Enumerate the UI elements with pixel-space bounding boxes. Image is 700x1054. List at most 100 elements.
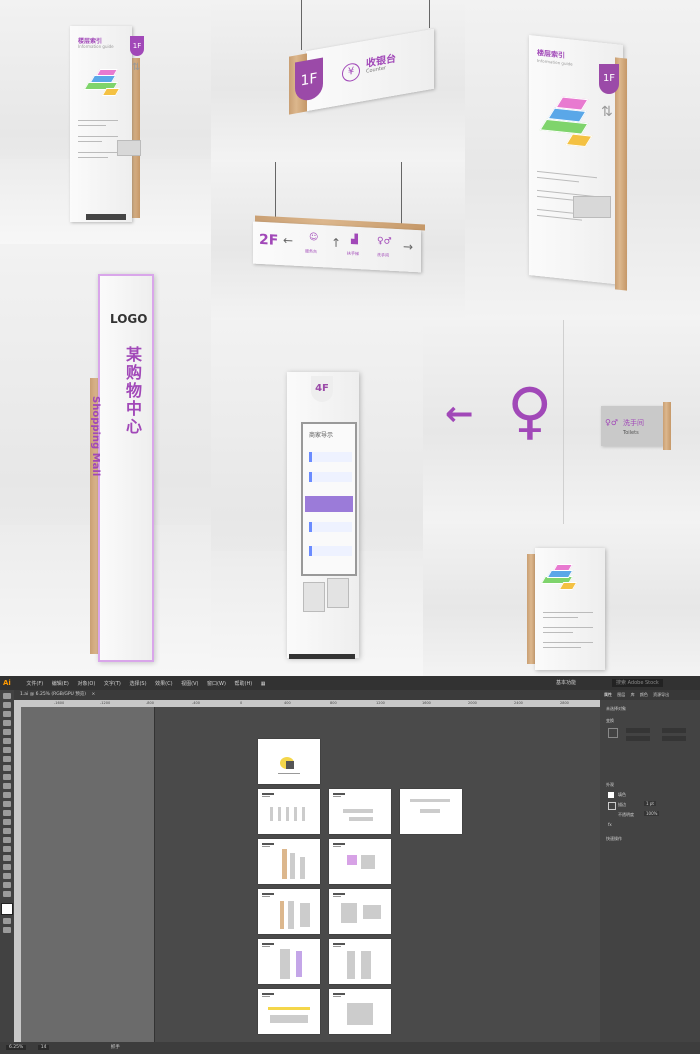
cover-text-line (278, 773, 300, 774)
menu-effect[interactable]: 效果(C) (155, 681, 172, 687)
menu-file[interactable]: 文件(F) (26, 681, 43, 687)
hanging-wire (301, 0, 302, 50)
artboard-page[interactable] (258, 789, 320, 834)
hand-tool-icon[interactable] (3, 882, 11, 888)
rectangle-tool-icon[interactable] (3, 747, 11, 753)
menu-window[interactable]: 窗口(W) (207, 681, 226, 687)
artboard-page[interactable] (258, 939, 320, 984)
x-field[interactable] (626, 728, 650, 733)
artboard-page[interactable] (400, 789, 462, 834)
workspace-switcher[interactable]: 基本功能 (556, 676, 576, 690)
symbol-sprayer-tool-icon[interactable] (3, 846, 11, 852)
floor-badge-label: 1F (132, 42, 142, 50)
zoom-tool-icon[interactable] (3, 891, 11, 897)
directory-entry (309, 546, 352, 556)
menu-type[interactable]: 文字(T) (104, 681, 121, 687)
stock-search-input[interactable]: 搜索 Adobe Stock (612, 679, 663, 687)
pen-tool-icon[interactable] (3, 711, 11, 717)
scale-tool-icon[interactable] (3, 792, 11, 798)
stroke-swatch[interactable] (608, 802, 616, 810)
artboard-page[interactable] (329, 839, 391, 884)
render-toilet-wall-sign: ← ♀ ♀♂ 洗手间 Toilets (423, 320, 700, 524)
menu-select[interactable]: 选择(S) (129, 681, 146, 687)
opacity-field[interactable]: 100% (644, 811, 660, 816)
w-field[interactable] (662, 728, 686, 733)
h-field[interactable] (662, 736, 686, 741)
selection-tool-icon[interactable] (3, 693, 11, 699)
screen-mode-icon[interactable] (3, 927, 11, 933)
pencil-tool-icon[interactable] (3, 765, 11, 771)
tab-color[interactable]: 颜色 (640, 692, 648, 697)
tab-asset-export[interactable]: 资源导出 (653, 692, 669, 697)
toilet-icon: ♀♂ (377, 236, 392, 247)
totem-body: LOGO Shopping Mall 某购物中心 (90, 274, 154, 662)
artboard-page[interactable] (329, 889, 391, 934)
totem-base (86, 214, 126, 220)
eraser-tool-icon[interactable] (3, 774, 11, 780)
artboard-cover[interactable] (258, 739, 320, 784)
y-field[interactable] (626, 736, 650, 741)
vertical-ruler[interactable] (14, 707, 21, 1042)
menu-edit[interactable]: 编辑(E) (52, 681, 69, 687)
artboard-tool-icon[interactable] (3, 864, 11, 870)
canvas-area[interactable] (21, 707, 601, 1042)
app-logo: Ai (3, 679, 11, 687)
appearance-heading: 外观 (606, 782, 614, 787)
eyedropper-tool-icon[interactable] (3, 828, 11, 834)
artboard-number[interactable]: 14 (37, 1045, 50, 1050)
leaflet-holder (117, 140, 141, 156)
curvature-tool-icon[interactable] (3, 720, 11, 726)
floor-map-graphic (83, 66, 126, 101)
menu-object[interactable]: 对象(O) (77, 681, 95, 687)
draw-mode-icon[interactable] (3, 918, 11, 924)
artboard-page[interactable] (258, 889, 320, 934)
graph-tool-icon[interactable] (3, 855, 11, 861)
service-desk-icon: ☺ (309, 232, 319, 244)
slice-tool-icon[interactable] (3, 873, 11, 879)
fill-stroke-swatch[interactable] (1, 903, 13, 915)
reference-point-icon[interactable] (608, 728, 618, 738)
artboard-page[interactable] (329, 789, 391, 834)
rotate-tool-icon[interactable] (3, 783, 11, 789)
info-lines (543, 608, 593, 652)
tab-properties[interactable]: 属性 (604, 692, 612, 697)
artboard-page[interactable] (258, 989, 320, 1034)
render-mall-logo-totem: LOGO Shopping Mall 某购物中心 (0, 244, 211, 676)
transform-heading: 变换 (606, 718, 614, 723)
arrow-left-icon: ← (283, 233, 294, 248)
close-tab-icon[interactable]: × (91, 692, 95, 697)
menu-help[interactable]: 帮助(H) (235, 681, 253, 687)
directory-entry (309, 522, 352, 532)
shape-builder-tool-icon[interactable] (3, 810, 11, 816)
arrow-up-icon: ↑ (331, 235, 342, 251)
leaflet-holder (573, 196, 611, 218)
line-tool-icon[interactable] (3, 738, 11, 744)
paintbrush-tool-icon[interactable] (3, 756, 11, 762)
stroke-weight-field[interactable]: 1 pt (644, 801, 656, 806)
render-small-floor-index (423, 524, 700, 676)
type-tool-icon[interactable] (3, 729, 11, 735)
quick-actions-heading: 快速操作 (606, 836, 622, 841)
menu-view[interactable]: 视图(V) (181, 681, 198, 687)
tab-layers[interactable]: 图层 (617, 692, 625, 697)
document-tab[interactable]: 1.ai @ 6.25% (RGB/GPU 预览) (20, 692, 86, 697)
direct-selection-tool-icon[interactable] (3, 702, 11, 708)
kiosk-base (289, 654, 355, 659)
horizontal-ruler[interactable]: -1600 -1200 -800 -400 0 400 800 1200 160… (14, 700, 600, 707)
tab-libraries[interactable]: 库 (631, 692, 635, 697)
artboard-page[interactable] (329, 989, 391, 1034)
blend-tool-icon[interactable] (3, 837, 11, 843)
floor-badge: 1F (599, 64, 619, 94)
floor-badge: 4F (311, 376, 333, 402)
toilet-label-en: Toilets (623, 430, 639, 436)
zoom-level[interactable]: 6.25% (6, 1045, 27, 1050)
width-tool-icon[interactable] (3, 801, 11, 807)
gradient-tool-icon[interactable] (3, 819, 11, 825)
fx-button[interactable]: fx (608, 822, 612, 827)
document-tab-bar: 1.ai @ 6.25% (RGB/GPU 预览) × (14, 690, 600, 700)
artboard-page[interactable] (329, 939, 391, 984)
arrange-icon[interactable]: ▦ (261, 681, 266, 687)
artboard-page[interactable] (258, 839, 320, 884)
render-hanging-directional-sign: 2F ← ☺ 服务台 ↑ ▟ 扶手梯 ♀♂ 洗手间 → (211, 162, 465, 320)
fill-swatch[interactable] (608, 792, 614, 798)
